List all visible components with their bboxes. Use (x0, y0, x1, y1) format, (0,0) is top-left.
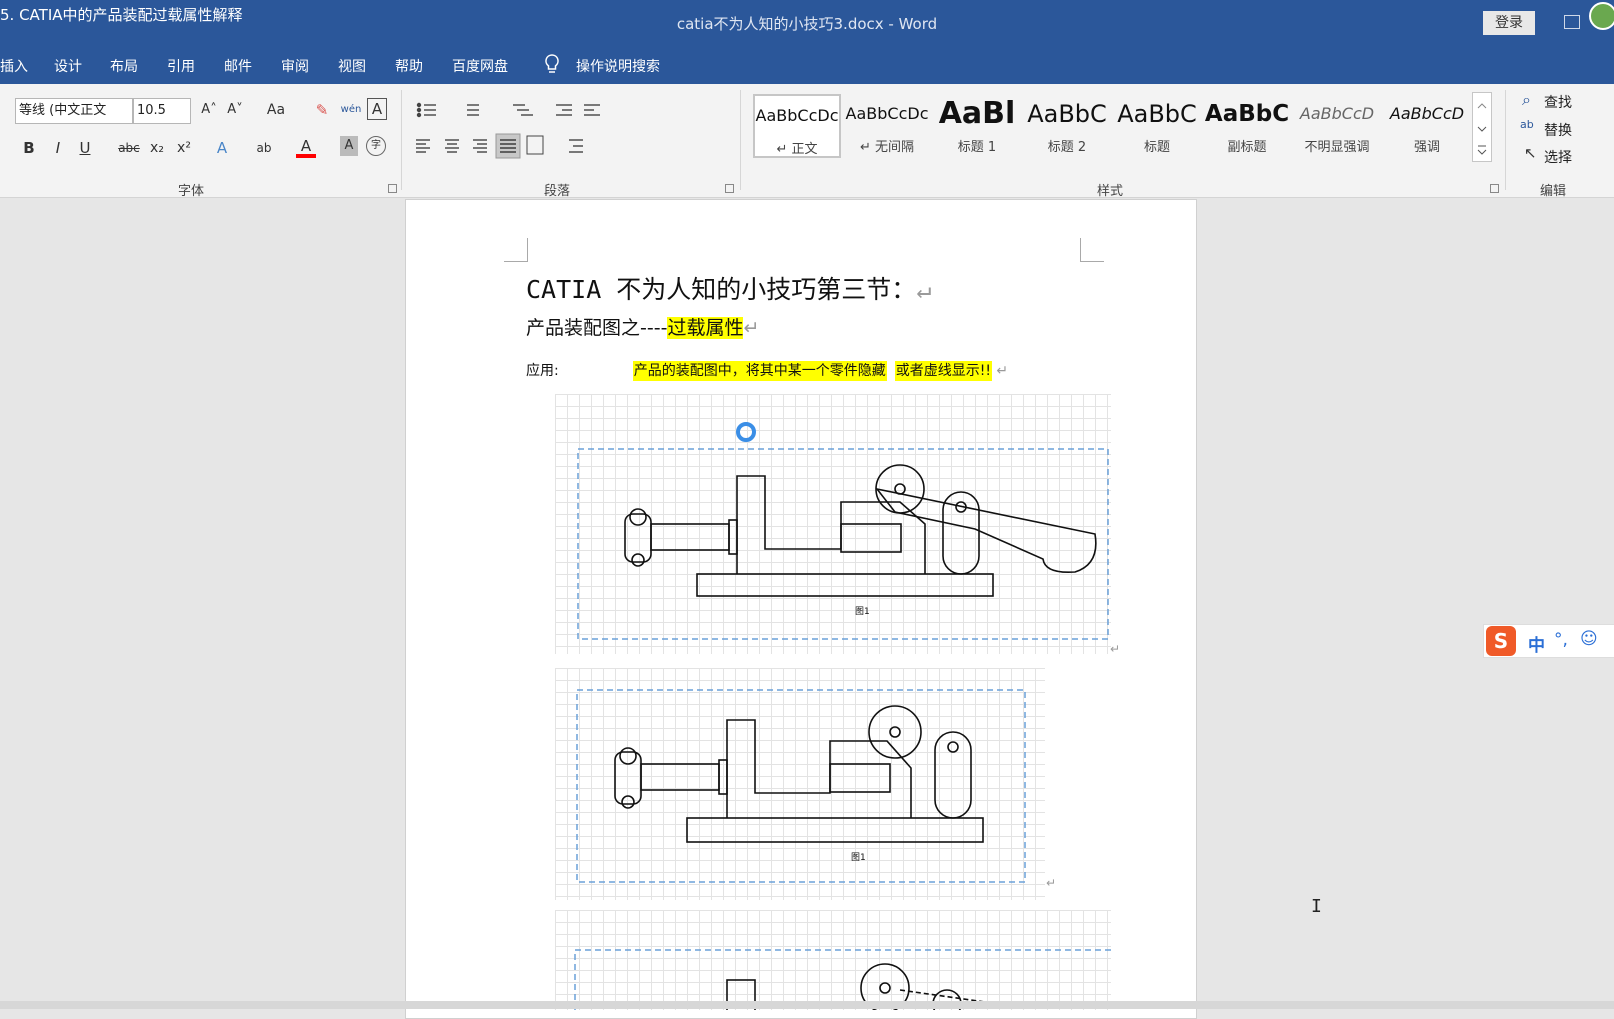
ribbon: 等线 (中文正文 10.5 A˄ A˅ Aa ✎ wén A B I U abc… (0, 84, 1614, 199)
group-divider (1505, 90, 1506, 190)
superscript-button[interactable]: x² (173, 136, 195, 160)
style-emphasis[interactable]: AaBbCcD 强调 (1383, 94, 1471, 158)
mouse-cursor-icon: I (1311, 896, 1322, 917)
tab-review[interactable]: 审阅 (281, 56, 309, 76)
paragraph-dialog-launcher-icon[interactable] (725, 184, 734, 193)
ime-punctuation-toggle[interactable]: °, (1554, 630, 1568, 650)
paragraph-tools[interactable] (416, 98, 716, 168)
login-button[interactable]: 登录 (1483, 11, 1535, 35)
font-color-button[interactable]: A (296, 134, 316, 158)
lightbulb-icon (545, 54, 559, 73)
grow-font-button[interactable]: A˄ (198, 98, 220, 122)
drawing-2-lines: 图1 (576, 689, 1026, 883)
styles-group-label: 样式 (1097, 184, 1124, 199)
application-paragraph[interactable]: 应用: 产品的装配图中，将其中某一个零件隐藏 或者虚线显示!! ↵ (526, 360, 1008, 381)
shrink-font-button[interactable]: A˅ (224, 98, 246, 122)
paragraph-group-label: 段落 (544, 184, 571, 199)
style-normal[interactable]: AaBbCcDc ↵ 正文 (753, 94, 841, 158)
styles-scroll[interactable] (1472, 92, 1492, 162)
tab-insert[interactable]: 插入 (0, 56, 28, 76)
tab-design[interactable]: 设计 (54, 56, 82, 76)
font-size-box[interactable]: 10.5 (133, 98, 191, 124)
find-icon: ⌕ (1522, 90, 1531, 109)
avatar[interactable] (1589, 2, 1614, 30)
font-name-box[interactable]: 等线 (中文正文 (15, 98, 133, 124)
document-workspace[interactable]: CATIA 不为人知的小技巧第三节：↵ 产品装配图之----过载属性↵ 应用: 产… (0, 198, 1614, 1019)
ime-toolbar[interactable]: S 中 °, ☺ (1483, 624, 1614, 658)
highlight-color-button[interactable]: ab (253, 136, 275, 160)
svg-text:图1: 图1 (855, 606, 870, 617)
tab-baidu-netdisk[interactable]: 百度网盘 (452, 56, 508, 76)
tab-mailings[interactable]: 邮件 (224, 56, 252, 76)
change-case-button[interactable]: Aa (260, 98, 292, 122)
assembly-drawing-2[interactable]: 图1 (555, 668, 1045, 900)
tab-layout[interactable]: 布局 (110, 56, 138, 76)
margin-corner-mark (1080, 238, 1104, 262)
assembly-drawing-1[interactable]: 图1 (555, 394, 1111, 654)
paragraph-mark: ↵ (1110, 642, 1121, 656)
paragraph-mark: ↵ (1046, 876, 1057, 890)
select-cursor-icon: ↖ (1524, 144, 1537, 162)
strikethrough-button[interactable]: abc (116, 136, 142, 160)
character-border-button[interactable]: A (367, 98, 387, 120)
text-effects-button[interactable]: A (212, 136, 232, 160)
phonetic-guide-button[interactable]: wén (340, 98, 362, 122)
find-button[interactable]: 查找 (1544, 92, 1572, 112)
enclose-characters-button[interactable]: 字 (366, 136, 386, 156)
tab-references[interactable]: 引用 (167, 56, 195, 76)
style-heading-1[interactable]: AaBl 标题 1 (933, 94, 1021, 158)
margin-corner-mark (504, 238, 528, 262)
style-no-spacing[interactable]: AaBbCcDc ↵ 无间隔 (843, 94, 931, 158)
title-bar: 5. CATIA中的产品装配过载属性解释 catia不为人知的小技巧3.docx… (0, 0, 1614, 47)
group-divider (740, 90, 741, 190)
document-title: catia不为人知的小技巧3.docx - Word (676, 15, 938, 33)
editing-group-label: 编辑 (1540, 184, 1567, 199)
bold-button[interactable]: B (19, 136, 39, 160)
ribbon-tabs: 插入 设计 布局 引用 邮件 审阅 视图 帮助 百度网盘 操作说明搜索 (0, 47, 1614, 84)
tab-help[interactable]: 帮助 (395, 56, 423, 76)
font-dialog-launcher-icon[interactable] (388, 184, 397, 193)
tell-me-search[interactable]: 操作说明搜索 (576, 56, 660, 76)
style-subtitle[interactable]: AaBbC 副标题 (1203, 94, 1291, 158)
document-heading[interactable]: CATIA 不为人知的小技巧第三节：↵ (526, 270, 931, 306)
group-divider (401, 90, 402, 190)
character-shading-button[interactable]: A (340, 136, 358, 156)
ime-emoji-icon[interactable]: ☺ (1580, 629, 1598, 649)
svg-text:图1: 图1 (851, 852, 866, 863)
replace-button[interactable]: 替换 (1544, 120, 1572, 140)
ime-mode-toggle[interactable]: 中 (1528, 631, 1545, 656)
replace-icon: ab (1520, 118, 1534, 131)
style-subtle-emphasis[interactable]: AaBbCcD 不明显强调 (1293, 94, 1381, 158)
clear-formatting-icon[interactable]: ✎ (313, 98, 331, 122)
select-button[interactable]: 选择 (1544, 147, 1572, 167)
subscript-button[interactable]: x₂ (146, 136, 168, 160)
styles-dialog-launcher-icon[interactable] (1490, 184, 1499, 193)
document-page[interactable]: CATIA 不为人知的小技巧第三节：↵ 产品装配图之----过载属性↵ 应用: 产… (405, 199, 1197, 1019)
sogou-logo: S (1486, 626, 1516, 656)
font-group-label: 字体 (178, 184, 205, 199)
tab-view[interactable]: 视图 (338, 56, 366, 76)
drawing-3-lines (574, 949, 1111, 1010)
italic-button[interactable]: I (48, 136, 68, 160)
underline-button[interactable]: U (75, 136, 95, 160)
assembly-drawing-3[interactable] (555, 910, 1111, 1010)
ribbon-display-options-icon[interactable] (1564, 15, 1580, 29)
document-subheading[interactable]: 产品装配图之----过载属性↵ (526, 313, 759, 340)
status-bar (0, 1001, 1614, 1009)
style-title[interactable]: AaBbC 标题 (1113, 94, 1201, 158)
drawing-1-lines: 图1 (577, 422, 1109, 640)
style-heading-2[interactable]: AaBbC 标题 2 (1023, 94, 1111, 158)
